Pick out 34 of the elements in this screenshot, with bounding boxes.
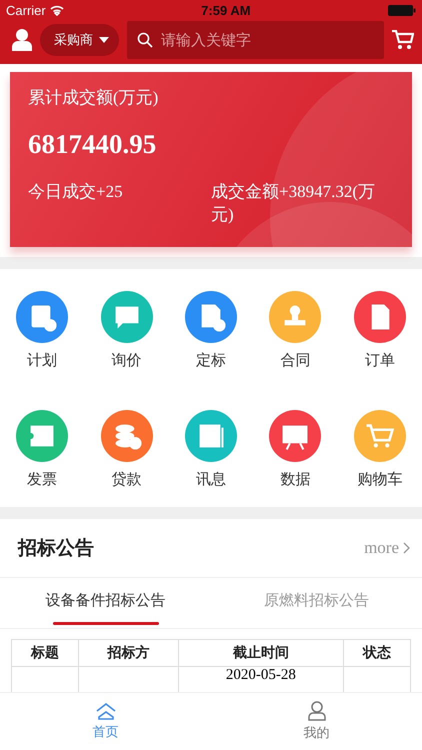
deal-amount: 成交金额+38947.32(万元)	[211, 181, 376, 226]
nav-tab[interactable]: 我的	[211, 693, 422, 750]
search-icon	[137, 32, 153, 48]
home-icon	[94, 702, 116, 720]
section-title: 招标公告	[18, 536, 94, 561]
notice-tab[interactable]: 设备备件招标公告	[0, 578, 211, 628]
menu-item[interactable]: 订单	[338, 291, 422, 370]
user-icon[interactable]	[12, 29, 32, 51]
column-header: 标题	[12, 640, 79, 666]
carrier-label: Carrier	[6, 2, 46, 18]
column-header: 状态	[343, 640, 410, 666]
chevron-icon	[403, 542, 410, 554]
menu-item[interactable]: 询价	[84, 291, 169, 370]
search-field[interactable]: 请输入关键字	[127, 21, 384, 59]
summary-title: 累计成交额(万元)	[28, 87, 160, 109]
menu-item[interactable]: 讯息	[168, 410, 254, 489]
today-deals: 今日成交+25	[28, 181, 124, 203]
total-amount: 6817440.95	[28, 129, 158, 160]
menu-item[interactable]: 合同	[253, 291, 338, 370]
wifi-icon	[50, 4, 64, 16]
menu-item[interactable]: 贷款	[84, 410, 169, 489]
caret-icon	[99, 37, 109, 43]
person-icon	[306, 701, 326, 721]
menu-item[interactable]: 购物车	[338, 410, 422, 489]
column-header: 截止时间	[178, 640, 344, 666]
column-header: 招标方	[78, 640, 179, 666]
menu-item[interactable]: 定标	[168, 291, 254, 370]
role-dropdown[interactable]: 采购商	[40, 24, 119, 56]
cart-icon[interactable]	[392, 30, 414, 50]
battery-icon	[388, 4, 416, 16]
menu-item[interactable]: 计划	[0, 291, 84, 370]
menu-item[interactable]: 数据	[253, 410, 338, 489]
menu-item[interactable]: 发票	[0, 410, 84, 489]
status-time: 7:59 AM	[201, 2, 251, 18]
